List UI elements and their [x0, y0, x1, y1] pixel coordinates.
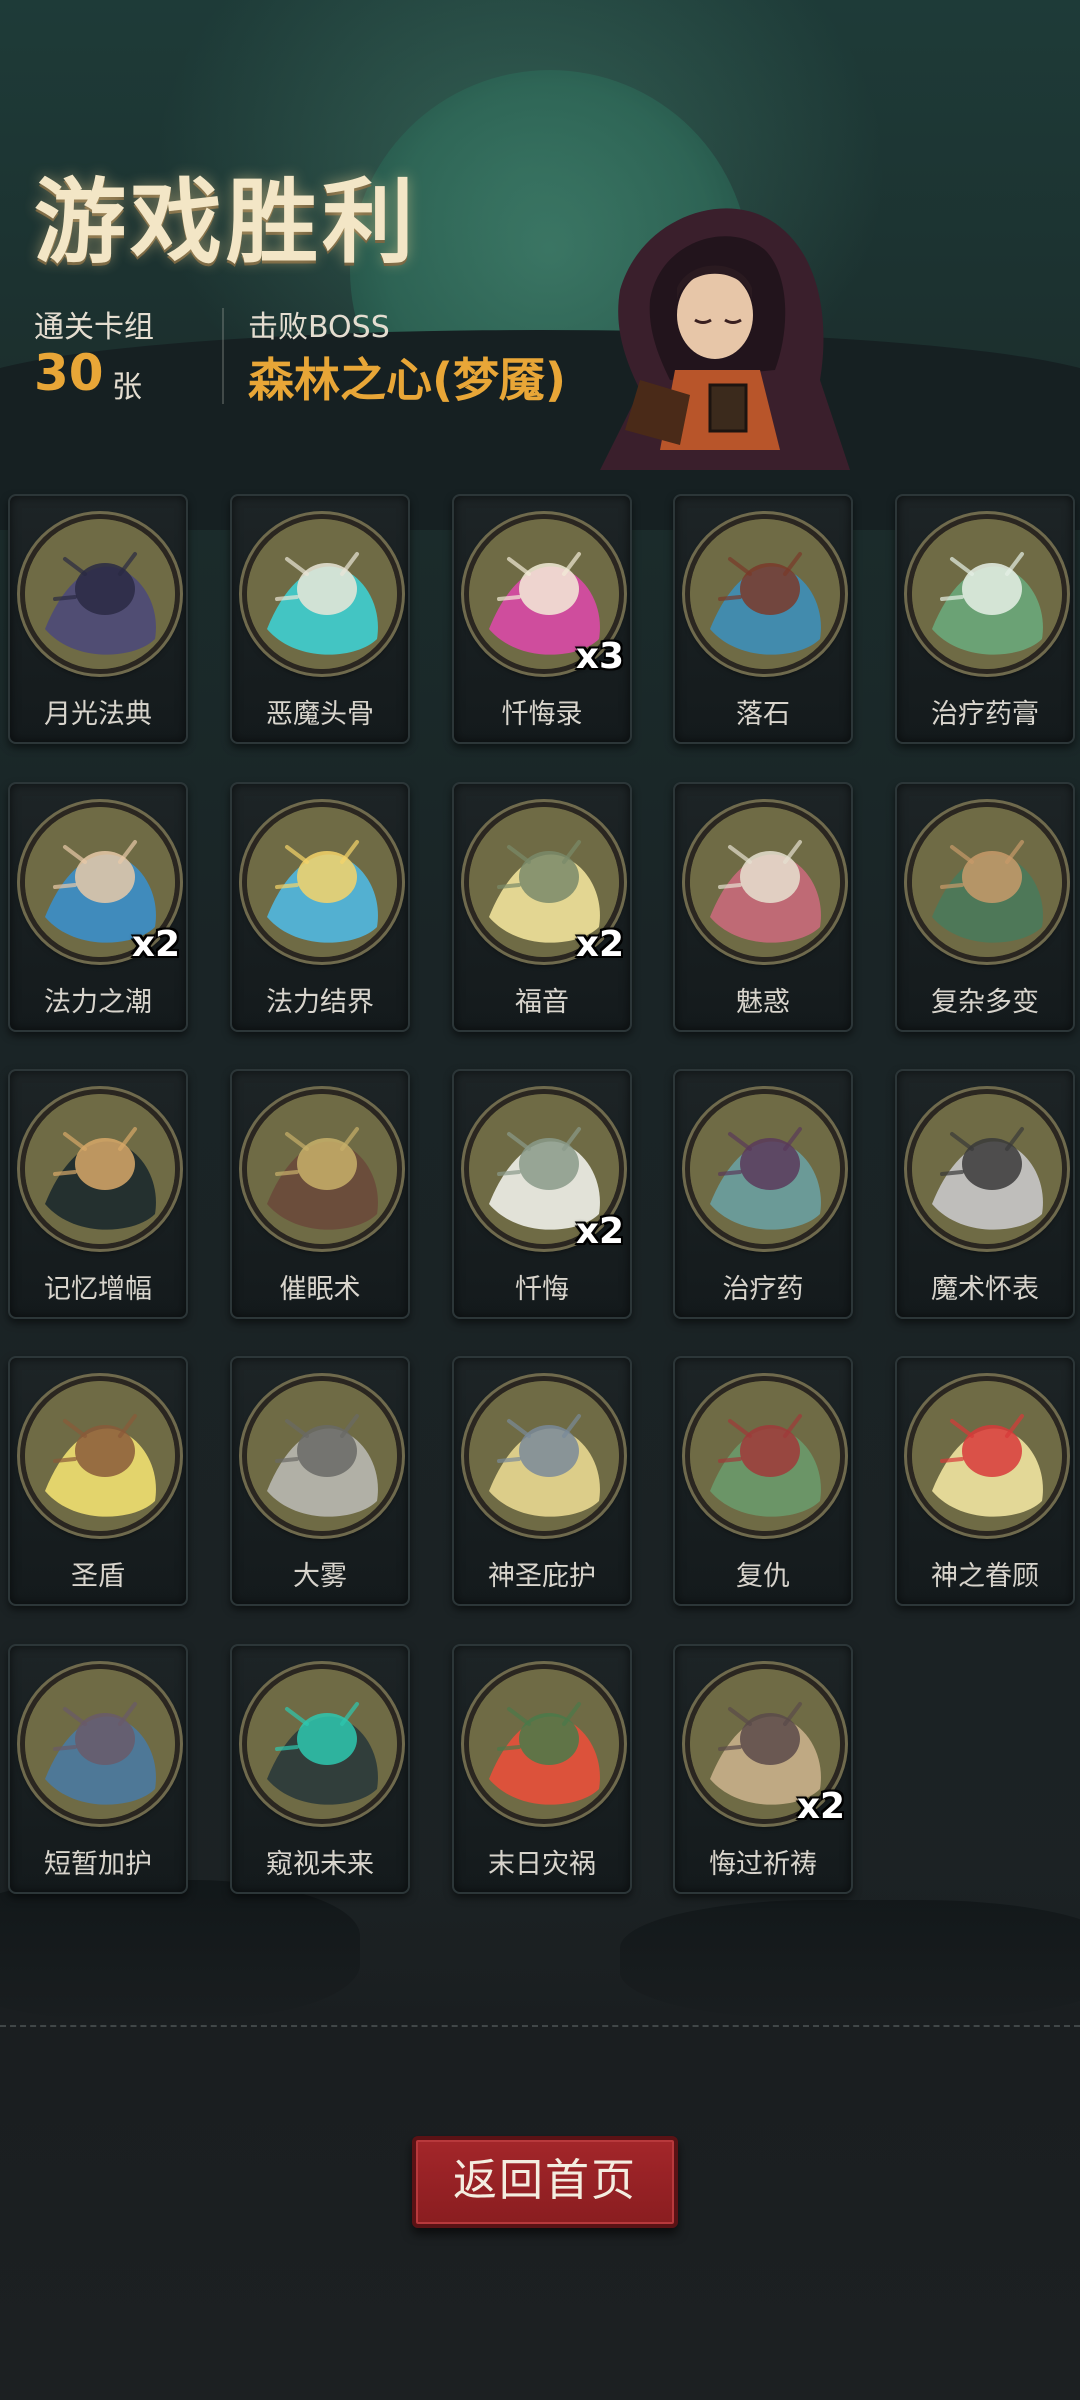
brief-blessing-icon [20, 1664, 180, 1824]
card-name: 福音 [515, 987, 569, 1018]
card-name: 月光法典 [44, 699, 152, 730]
card-name: 法力之潮 [44, 987, 152, 1018]
healing-potion-icon [685, 1089, 845, 1249]
card-name: 窥视未来 [266, 1849, 374, 1880]
card-name: 治疗药膏 [931, 699, 1039, 730]
card-3[interactable]: 忏悔录 x3 [452, 494, 632, 744]
card-10[interactable]: 复杂多变 [895, 782, 1075, 1032]
card-13[interactable]: 忏悔 x2 [452, 1069, 632, 1319]
magic-pocket-watch-icon [907, 1089, 1067, 1249]
deck-label: 通关卡组 [34, 310, 154, 345]
card-9[interactable]: 魅惑 [673, 782, 853, 1032]
card-quantity-badge: x2 [796, 1786, 845, 1827]
card-name: 大雾 [293, 1561, 347, 1592]
divine-protection-icon [464, 1376, 624, 1536]
card-17[interactable]: 大雾 [230, 1356, 410, 1606]
card-name: 神之眷顾 [931, 1561, 1039, 1592]
card-name: 记忆增幅 [44, 1274, 152, 1305]
card-quantity-badge: x2 [575, 1211, 624, 1252]
mana-barrier-icon [242, 802, 402, 962]
heavy-fog-icon [242, 1376, 402, 1536]
card-2[interactable]: 恶魔头骨 [230, 494, 410, 744]
hypnosis-icon [242, 1089, 402, 1249]
card-name: 神圣庇护 [488, 1561, 596, 1592]
boss-name: 森林之心(梦魇) [248, 353, 567, 407]
card-name: 悔过祈祷 [709, 1849, 817, 1880]
card-name: 催眠术 [279, 1274, 361, 1305]
card-16[interactable]: 圣盾 [8, 1356, 188, 1606]
stat-divider [222, 308, 224, 404]
card-22[interactable]: 窥视未来 [230, 1644, 410, 1894]
card-20[interactable]: 神之眷顾 [895, 1356, 1075, 1606]
card-name: 末日灾祸 [488, 1849, 596, 1880]
peek-future-icon [242, 1664, 402, 1824]
boss-label: 击败BOSS [248, 310, 390, 345]
card-21[interactable]: 短暂加护 [8, 1644, 188, 1894]
card-name: 魅惑 [736, 987, 790, 1018]
card-name: 魔术怀表 [931, 1274, 1039, 1305]
card-12[interactable]: 催眠术 [230, 1069, 410, 1319]
card-8[interactable]: 福音 x2 [452, 782, 632, 1032]
card-name: 复仇 [736, 1561, 790, 1592]
deck-count: 30 [34, 344, 104, 402]
memory-boost-icon [20, 1089, 180, 1249]
card-6[interactable]: 法力之潮 x2 [8, 782, 188, 1032]
charm-icon [685, 802, 845, 962]
card-name: 落石 [736, 699, 790, 730]
divine-favor-icon [907, 1376, 1067, 1536]
card-quantity-badge: x3 [575, 636, 624, 677]
healing-ointment-icon [907, 514, 1067, 674]
card-24[interactable]: 悔过祈祷 x2 [673, 1644, 853, 1894]
card-name: 忏悔 [515, 1274, 569, 1305]
divider-line [0, 2025, 1080, 2027]
card-name: 忏悔录 [501, 699, 583, 730]
revenge-icon [685, 1376, 845, 1536]
card-5[interactable]: 治疗药膏 [895, 494, 1075, 744]
falling-rock-icon [685, 514, 845, 674]
card-name: 治疗药 [722, 1274, 804, 1305]
card-18[interactable]: 神圣庇护 [452, 1356, 632, 1606]
card-14[interactable]: 治疗药 [673, 1069, 853, 1319]
card-name: 复杂多变 [931, 987, 1039, 1018]
card-name: 圣盾 [71, 1561, 125, 1592]
holy-shield-icon [20, 1376, 180, 1536]
demon-skull-icon [242, 514, 402, 674]
card-15[interactable]: 魔术怀表 [895, 1069, 1075, 1319]
card-7[interactable]: 法力结界 [230, 782, 410, 1032]
card-name: 恶魔头骨 [266, 699, 374, 730]
card-name: 法力结界 [266, 987, 374, 1018]
deck-unit: 张 [112, 370, 142, 405]
ground-shadow [0, 1870, 1080, 2400]
moonlight-tome-icon [20, 514, 180, 674]
card-11[interactable]: 记忆增幅 [8, 1069, 188, 1319]
card-4[interactable]: 落石 [673, 494, 853, 744]
doomsday-icon [464, 1664, 624, 1824]
card-19[interactable]: 复仇 [673, 1356, 853, 1606]
complex-change-icon [907, 802, 1067, 962]
card-1[interactable]: 月光法典 [8, 494, 188, 744]
card-quantity-badge: x2 [575, 924, 624, 965]
card-name: 短暂加护 [44, 1849, 152, 1880]
hooded-hero-illustration [580, 180, 880, 470]
card-quantity-badge: x2 [131, 924, 180, 965]
card-23[interactable]: 末日灾祸 [452, 1644, 632, 1894]
return-home-button[interactable]: 返回首页 [412, 2136, 678, 2228]
victory-title: 游戏胜利 [34, 168, 419, 276]
